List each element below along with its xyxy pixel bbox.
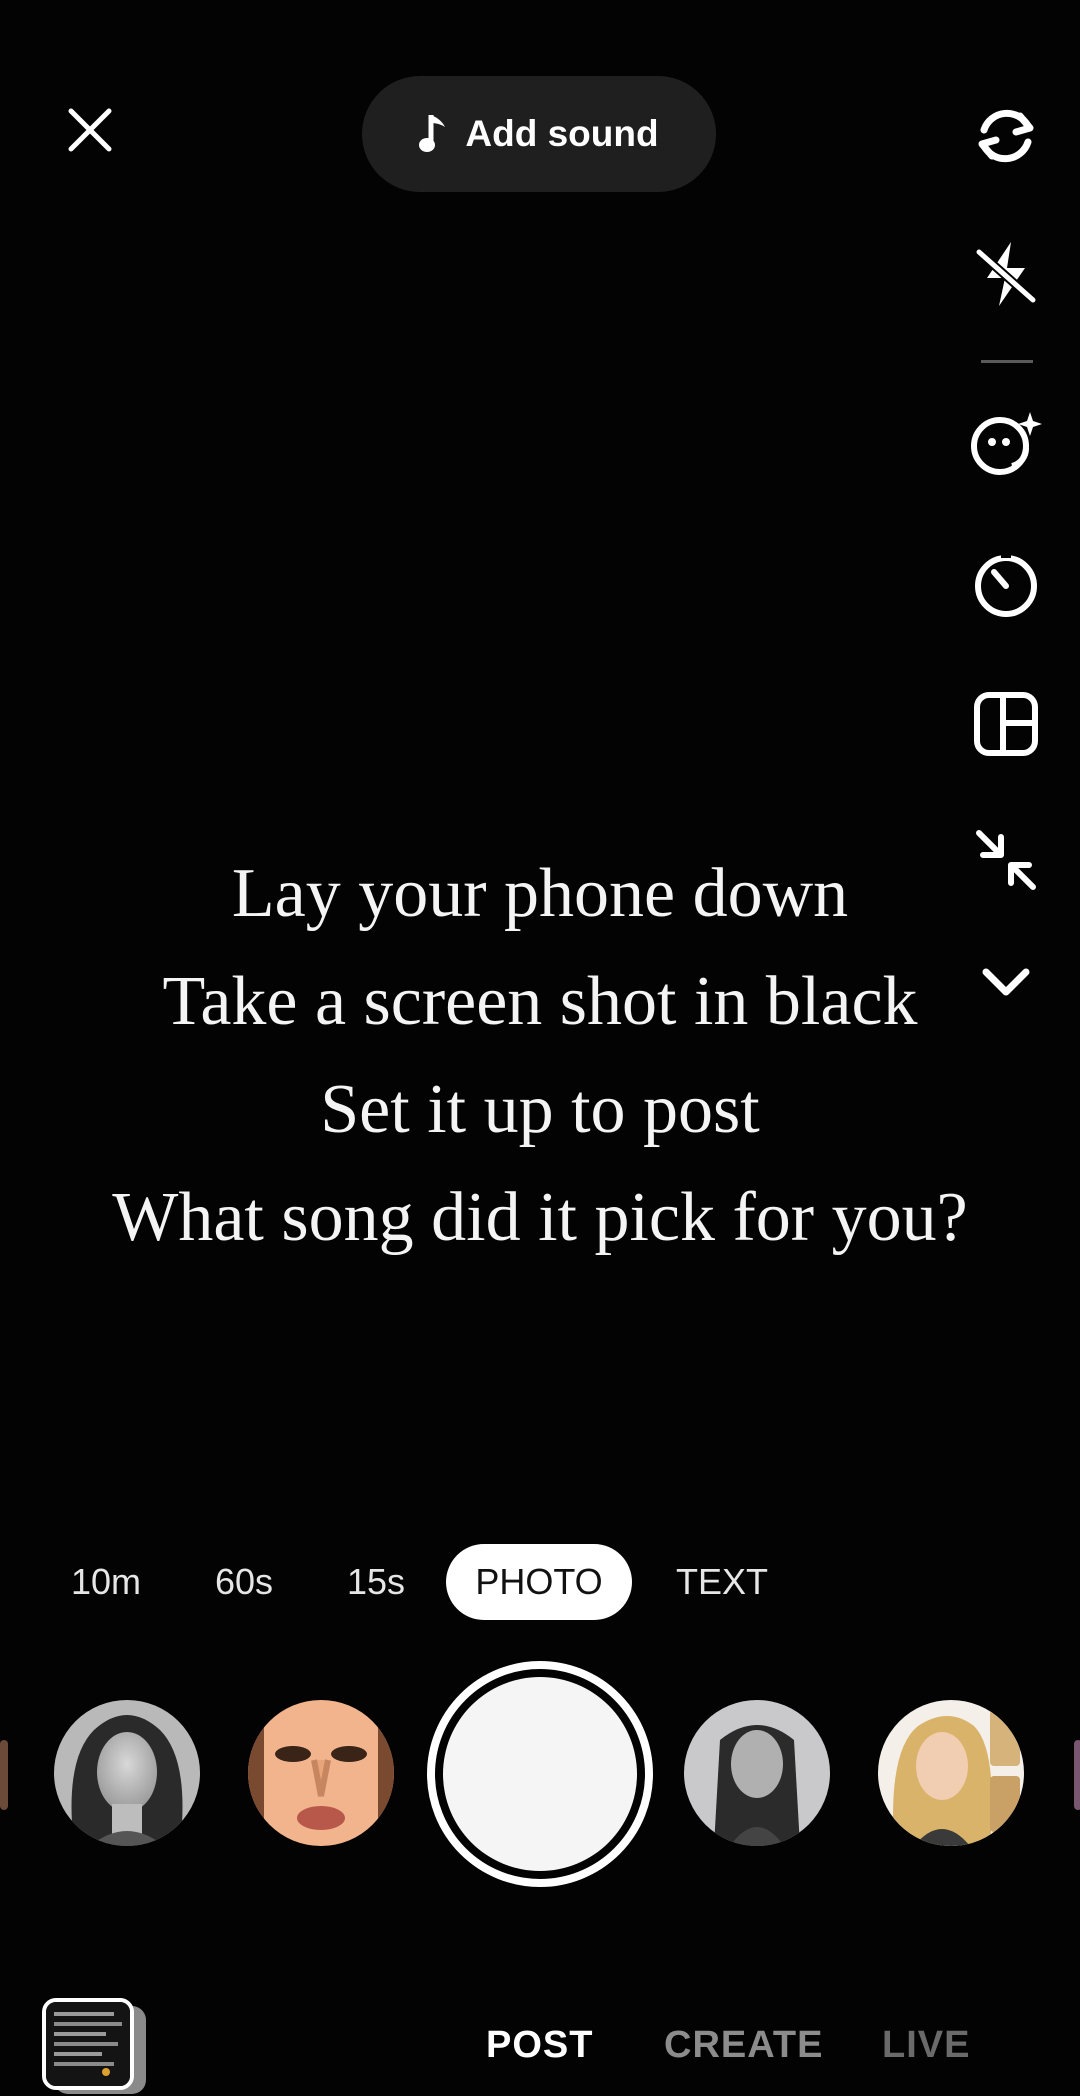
overlay-caption: Lay your phone down Take a screen shot i… [0, 840, 1080, 1272]
face-sparkle-icon [971, 412, 1042, 475]
shutter-inner [443, 1677, 637, 1871]
caption-line-3: Set it up to post [320, 1071, 760, 1148]
flip-camera-button[interactable] [960, 90, 1052, 182]
nav-live[interactable]: LIVE [882, 2010, 970, 2080]
shutter-button[interactable] [427, 1661, 653, 1887]
bottom-nav: POST CREATE LIVE [0, 2010, 1080, 2080]
mode-selector: 10m 60s 15s PHOTO TEXT [0, 1544, 1080, 1620]
portrait-1-image [54, 1700, 200, 1846]
close-icon [68, 108, 112, 152]
caption-line-1: Lay your phone down [231, 855, 849, 932]
layout-grid-icon [974, 692, 1038, 756]
flash-button[interactable] [960, 228, 1052, 320]
effect-peek-right [1074, 1740, 1080, 1810]
toolbar-divider [981, 360, 1033, 363]
effect-portrait-3[interactable] [684, 1700, 830, 1846]
mode-15s[interactable]: 15s [328, 1544, 424, 1620]
add-sound-label: Add sound [465, 113, 659, 154]
nav-create[interactable]: CREATE [664, 2010, 823, 2080]
portrait-4-image [878, 1700, 1024, 1846]
effects-button[interactable] [960, 398, 1052, 490]
flip-camera-icon [978, 109, 1034, 163]
mode-text[interactable]: TEXT [662, 1544, 782, 1620]
add-sound-button[interactable]: Add sound [362, 76, 716, 192]
caption-line-2: Take a screen shot in black [162, 963, 918, 1040]
nav-post[interactable]: POST [486, 2010, 593, 2080]
flash-off-icon [976, 242, 1036, 306]
portrait-3-image [684, 1700, 830, 1846]
effect-portrait-4[interactable] [878, 1700, 1024, 1846]
close-button[interactable] [58, 98, 122, 162]
effect-portrait-2[interactable] [248, 1700, 394, 1846]
effect-peek-left [0, 1740, 8, 1810]
music-note-icon [419, 115, 446, 152]
mode-photo[interactable]: PHOTO [446, 1544, 632, 1620]
layout-button[interactable] [960, 678, 1052, 770]
caption-line-4: What song did it pick for you? [112, 1179, 968, 1256]
timer-button[interactable] [960, 538, 1052, 630]
camera-screen: Add sound Lay your phone down Take a scr… [0, 0, 1080, 2096]
timer-icon [975, 552, 1037, 617]
portrait-2-image [248, 1700, 394, 1846]
effect-portrait-1[interactable] [54, 1700, 200, 1846]
mode-10m[interactable]: 10m [56, 1544, 156, 1620]
mode-60s[interactable]: 60s [196, 1544, 292, 1620]
